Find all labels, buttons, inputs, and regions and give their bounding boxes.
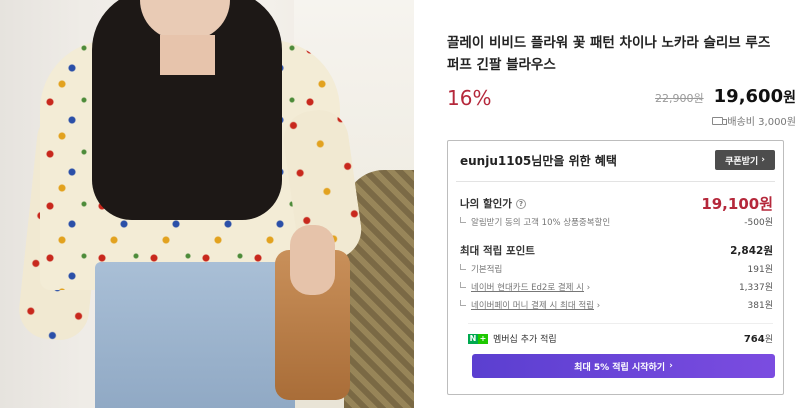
product-info-panel: 끌레이 비비드 플라워 꽃 패턴 차이나 노카라 슬리브 루즈 퍼프 긴팔 블라…: [447, 0, 800, 408]
membership-label: 멤버십 추가 적립: [493, 335, 557, 345]
basic-points-row: 기본적립 191원: [460, 262, 773, 275]
alarm-discount-row: 알림받기 동의 고객 10% 상품중복할인 -500원: [460, 215, 773, 228]
pay-points-value: 381원: [747, 301, 773, 311]
shipping-fee-text: 배송비 3,000원: [727, 117, 796, 128]
chevron-right-icon: ›: [596, 300, 601, 311]
model-neck: [160, 35, 215, 75]
branch-line-icon: [460, 216, 466, 223]
product-image[interactable]: [0, 0, 414, 408]
branch-line-icon: [460, 299, 466, 306]
start-points-button[interactable]: 최대 5% 적립 시작하기 ›: [472, 354, 775, 378]
price-row: 22,900원 19,600 원: [655, 86, 796, 107]
membership-value: 764: [743, 334, 765, 345]
chevron-right-icon: ›: [669, 361, 673, 371]
sale-price-unit: 원: [783, 90, 796, 106]
my-discount-row: 나의 할인가 ? 19,100원: [460, 193, 773, 214]
sale-price: 19,600: [713, 86, 784, 107]
naver-plus-badge-icon: N +: [468, 333, 488, 344]
discount-rate: 16%: [447, 86, 492, 110]
membership-value-wrap: 764원: [744, 332, 773, 345]
start-points-button-label: 최대 5% 적립 시작하기: [574, 362, 666, 373]
original-price: 22,900원: [655, 92, 704, 105]
max-points-label: 최대 적립 포인트: [460, 245, 535, 257]
chevron-right-icon: ›: [586, 282, 591, 293]
product-title-line2: 퍼프 긴팔 블라우스: [447, 57, 556, 73]
chevron-right-icon: ›: [761, 155, 765, 165]
my-discount-label: 나의 할인가: [460, 198, 512, 210]
alarm-discount-label-wrap: 알림받기 동의 고객 10% 상품중복할인: [460, 216, 610, 228]
membership-label-wrap: N + 멤버십 추가 적립: [468, 332, 557, 345]
card-points-label[interactable]: 네이버 현대카드 Ed2로 결제 시: [471, 283, 584, 293]
basic-points-label: 기본적립: [471, 264, 503, 275]
alarm-discount-value: -500원: [744, 218, 773, 228]
basic-points-label-wrap: 기본적립: [460, 263, 502, 275]
my-discount-label-wrap: 나의 할인가 ?: [460, 196, 526, 211]
divider: [456, 181, 775, 182]
product-title-line1: 끌레이 비비드 플라워 꽃 패턴 차이나 노카라 슬리브 루즈: [447, 35, 771, 51]
pay-points-label-wrap[interactable]: 네이버페이 머니 결제 시 최대 적립 ›: [460, 299, 600, 311]
alarm-discount-label: 알림받기 동의 고객 10% 상품중복할인: [471, 217, 611, 228]
membership-row: N + 멤버십 추가 적립 764원: [468, 323, 773, 353]
pay-points-row[interactable]: 네이버페이 머니 결제 시 최대 적립 › 381원: [460, 298, 773, 311]
card-points-value: 1,337원: [738, 283, 773, 293]
product-title: 끌레이 비비드 플라워 꽃 패턴 차이나 노카라 슬리브 루즈 퍼프 긴팔 블라…: [447, 32, 787, 76]
branch-line-icon: [460, 281, 466, 288]
benefits-box: eunju1105님만을 위한 혜택 쿠폰받기 › 나의 할인가 ? 19,10…: [447, 140, 784, 395]
card-points-row[interactable]: 네이버 현대카드 Ed2로 결제 시 › 1,337원: [460, 280, 773, 293]
card-points-label-wrap[interactable]: 네이버 현대카드 Ed2로 결제 시 ›: [460, 281, 590, 293]
membership-unit: 원: [764, 335, 773, 345]
basic-points-value: 191원: [747, 265, 773, 275]
max-points-row: 최대 적립 포인트 2,842원: [460, 243, 773, 258]
model-jeans: [95, 262, 295, 408]
coupon-button[interactable]: 쿠폰받기 ›: [715, 150, 775, 170]
shipping-fee: 배송비 3,000원: [712, 113, 796, 128]
benefits-heading: eunju1105님만을 위한 혜택: [460, 154, 617, 168]
pay-points-label[interactable]: 네이버페이 머니 결제 시 최대 적립: [471, 301, 594, 311]
my-discount-price: 19,100원: [701, 195, 773, 213]
branch-line-icon: [460, 263, 466, 270]
coupon-button-label: 쿠폰받기: [725, 156, 759, 167]
question-circle-icon[interactable]: ?: [515, 198, 526, 209]
truck-icon: [712, 116, 728, 125]
model-hand: [290, 225, 335, 295]
max-points-value: 2,842원: [730, 245, 773, 257]
